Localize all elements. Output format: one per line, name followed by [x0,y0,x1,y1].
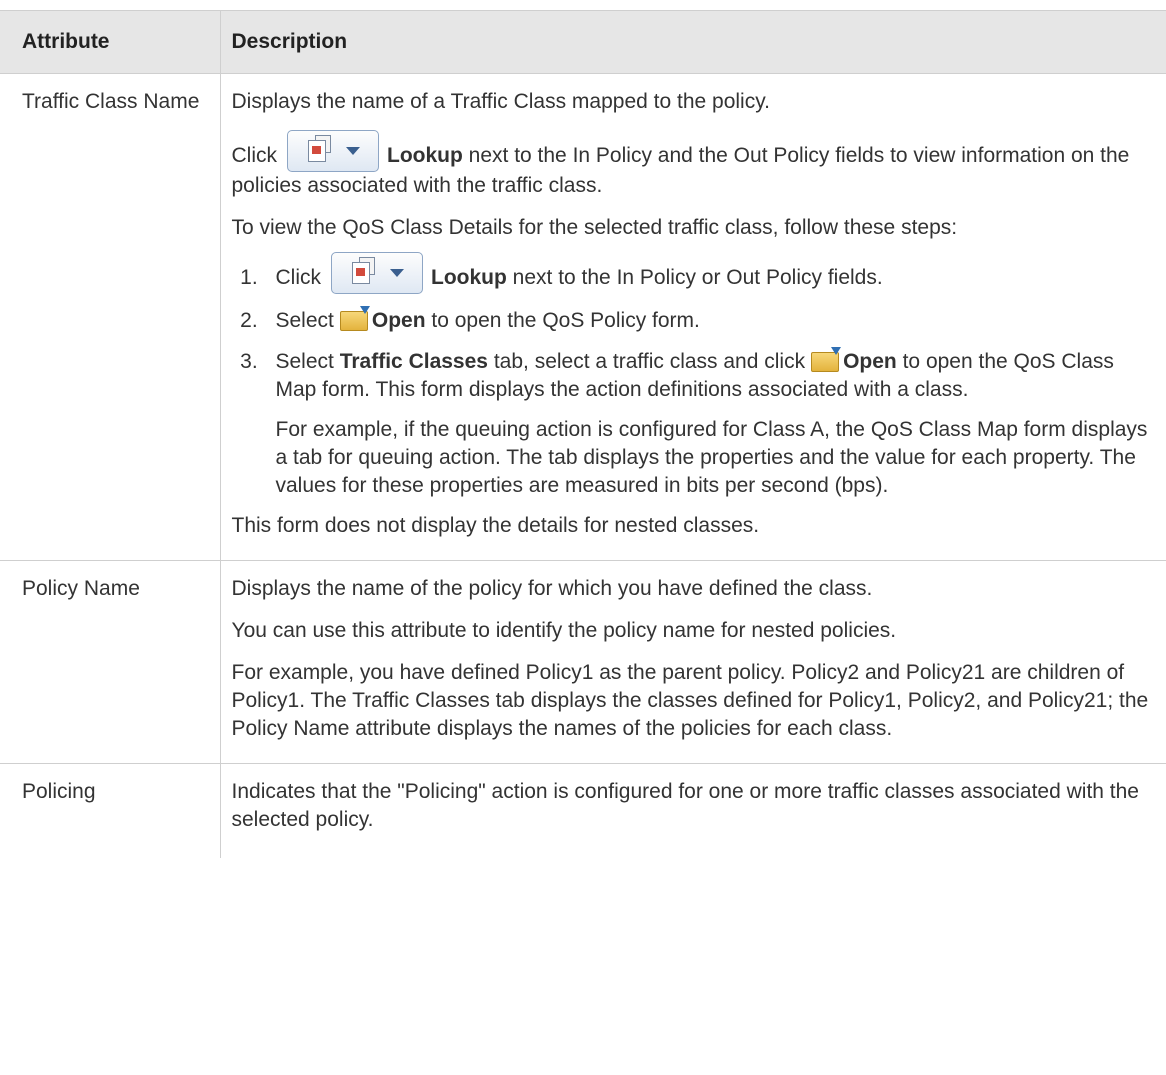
lookup-dropdown-icon[interactable] [331,252,423,294]
steps-intro: To view the QoS Class Details for the se… [231,216,958,239]
paragraph: Indicates that the "Policing" action is … [231,780,1140,831]
open-folder-icon [339,306,370,331]
steps-list: ClickLookup next to the In Policy or Out… [232,252,1161,500]
list-item: ClickLookup next to the In Policy or Out… [264,252,1161,294]
list-item: SelectOpen to open the QoS Policy form. [264,306,1161,335]
list-item: Select Traffic Classes tab, select a tra… [264,347,1161,500]
chevron-down-icon [390,269,404,277]
header-attribute: Attribute [0,10,220,74]
header-description: Description [219,10,1166,74]
row-intro: Displays the name of a Traffic Class map… [231,90,770,113]
table-row: Traffic Class Name Displays the name of … [0,73,1166,561]
open-folder-icon [811,347,842,372]
paragraph: Displays the name of the policy for whic… [231,577,873,600]
table-row: Policy Name Displays the name of the pol… [0,560,1166,764]
attribute-cell: Policy Name [0,560,221,764]
description-cell: Indicates that the "Policing" action is … [220,764,1166,859]
row-footer: This form does not display the details f… [231,514,760,537]
lookup-paragraph: Click Lookup next to the In Policy and th… [232,130,1161,200]
paragraph: For example, you have defined Policy1 as… [231,661,1149,740]
description-cell: Displays the name of a Traffic Class map… [220,73,1166,561]
attribute-cell: Traffic Class Name [0,73,221,561]
step-note: For example, if the queuing action is co… [275,418,1148,497]
description-cell: Displays the name of the policy for whic… [220,560,1166,764]
table-header-row: Attribute Description [0,10,1166,74]
lookup-label: Lookup [387,144,463,167]
attribute-table: Attribute Description Traffic Class Name… [0,10,1166,858]
chevron-down-icon [346,147,360,155]
table-row: Policing Indicates that the "Policing" a… [0,763,1166,859]
paragraph: You can use this attribute to identify t… [231,619,897,642]
lookup-dropdown-icon[interactable] [287,130,379,172]
attribute-cell: Policing [0,763,221,858]
